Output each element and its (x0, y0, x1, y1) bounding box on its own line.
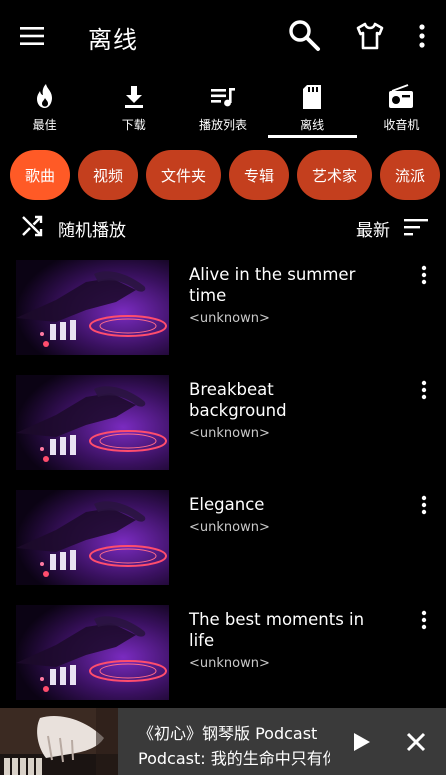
player-album-art (0, 708, 118, 775)
sd-card-icon (303, 85, 322, 109)
song-artist: <unknown> (189, 520, 270, 535)
song-thumbnail (16, 375, 169, 470)
tab-label: 离线 (300, 118, 325, 132)
shuffle-sort-row: 随机播放 最新 (0, 204, 446, 248)
song-thumbnail (16, 260, 169, 355)
tab-label: 下载 (121, 118, 146, 132)
song-more-icon[interactable] (416, 264, 432, 286)
song-more-icon[interactable] (416, 379, 432, 401)
song-title: The best moments in life (189, 610, 365, 650)
tab-radio[interactable]: 收音机 (357, 78, 446, 140)
dj-turntable-image (16, 375, 169, 470)
chip-videos[interactable]: 视频 (78, 150, 138, 200)
chip-songs[interactable]: 歌曲 (10, 150, 70, 200)
play-icon[interactable] (348, 728, 374, 756)
tab-download[interactable]: 下载 (89, 78, 178, 140)
tab-label: 播放列表 (198, 118, 247, 132)
song-row[interactable]: Elegance <unknown> (0, 488, 446, 588)
shuffle-play-button[interactable]: 随机播放 (58, 216, 126, 241)
chip-genres[interactable]: 流派 (380, 150, 440, 200)
dj-turntable-image (16, 605, 169, 700)
player-track-title: 《初心》钢琴版 Podcast (138, 724, 318, 743)
download-icon (124, 86, 143, 108)
top-app-bar: 离线 (0, 0, 446, 72)
tab-offline[interactable]: 离线 (267, 78, 357, 140)
song-artist: <unknown> (189, 311, 270, 326)
player-info[interactable]: 《初心》钢琴版 Podcast Podcast: 我的生命中只有你 (118, 708, 330, 775)
song-more-icon[interactable] (416, 609, 432, 631)
song-row[interactable]: Breakbeat background <unknown> (0, 373, 446, 473)
more-vert-icon[interactable] (414, 22, 430, 50)
shuffle-icon[interactable] (20, 214, 44, 238)
sort-label[interactable]: 最新 (356, 216, 390, 241)
close-icon[interactable] (402, 728, 430, 756)
playlist-icon (210, 88, 235, 107)
song-title: Alive in the summer time (189, 265, 356, 305)
theme-shirt-icon[interactable] (354, 20, 386, 52)
chip-artists[interactable]: 艺术家 (297, 150, 372, 200)
song-row[interactable]: The best moments in life <unknown> (0, 603, 446, 703)
page-title: 离线 (88, 26, 138, 54)
song-title: Elegance (189, 495, 265, 514)
song-artist: <unknown> (189, 656, 270, 671)
mini-player[interactable]: 《初心》钢琴版 Podcast Podcast: 我的生命中只有你 (0, 708, 446, 775)
chip-albums[interactable]: 专辑 (229, 150, 289, 200)
category-chips: 歌曲 视频 文件夹 专辑 艺术家 流派 (10, 150, 440, 200)
tab-playlist[interactable]: 播放列表 (178, 78, 267, 140)
song-row[interactable]: Alive in the summer time <unknown> (0, 258, 446, 358)
tab-label: 最佳 (32, 118, 57, 132)
menu-icon[interactable] (18, 22, 46, 50)
song-thumbnail (16, 490, 169, 585)
chip-folders[interactable]: 文件夹 (146, 150, 221, 200)
song-artist: <unknown> (189, 426, 270, 441)
sort-icon[interactable] (402, 215, 430, 239)
song-title: Breakbeat background (189, 380, 287, 420)
song-thumbnail (16, 605, 169, 700)
piano-hand-image (0, 708, 118, 775)
tab-bar: 最佳 下载 播放列表 离线 收音机 (0, 78, 446, 140)
search-icon[interactable] (287, 18, 321, 52)
tab-best[interactable]: 最佳 (0, 78, 89, 140)
tab-label: 收音机 (383, 118, 420, 132)
dj-turntable-image (16, 490, 169, 585)
player-track-subtitle: Podcast: 我的生命中只有你 (138, 749, 330, 768)
player-controls (330, 708, 446, 775)
radio-icon (389, 84, 414, 108)
song-more-icon[interactable] (416, 494, 432, 516)
dj-turntable-image (16, 260, 169, 355)
fire-icon (36, 84, 52, 108)
